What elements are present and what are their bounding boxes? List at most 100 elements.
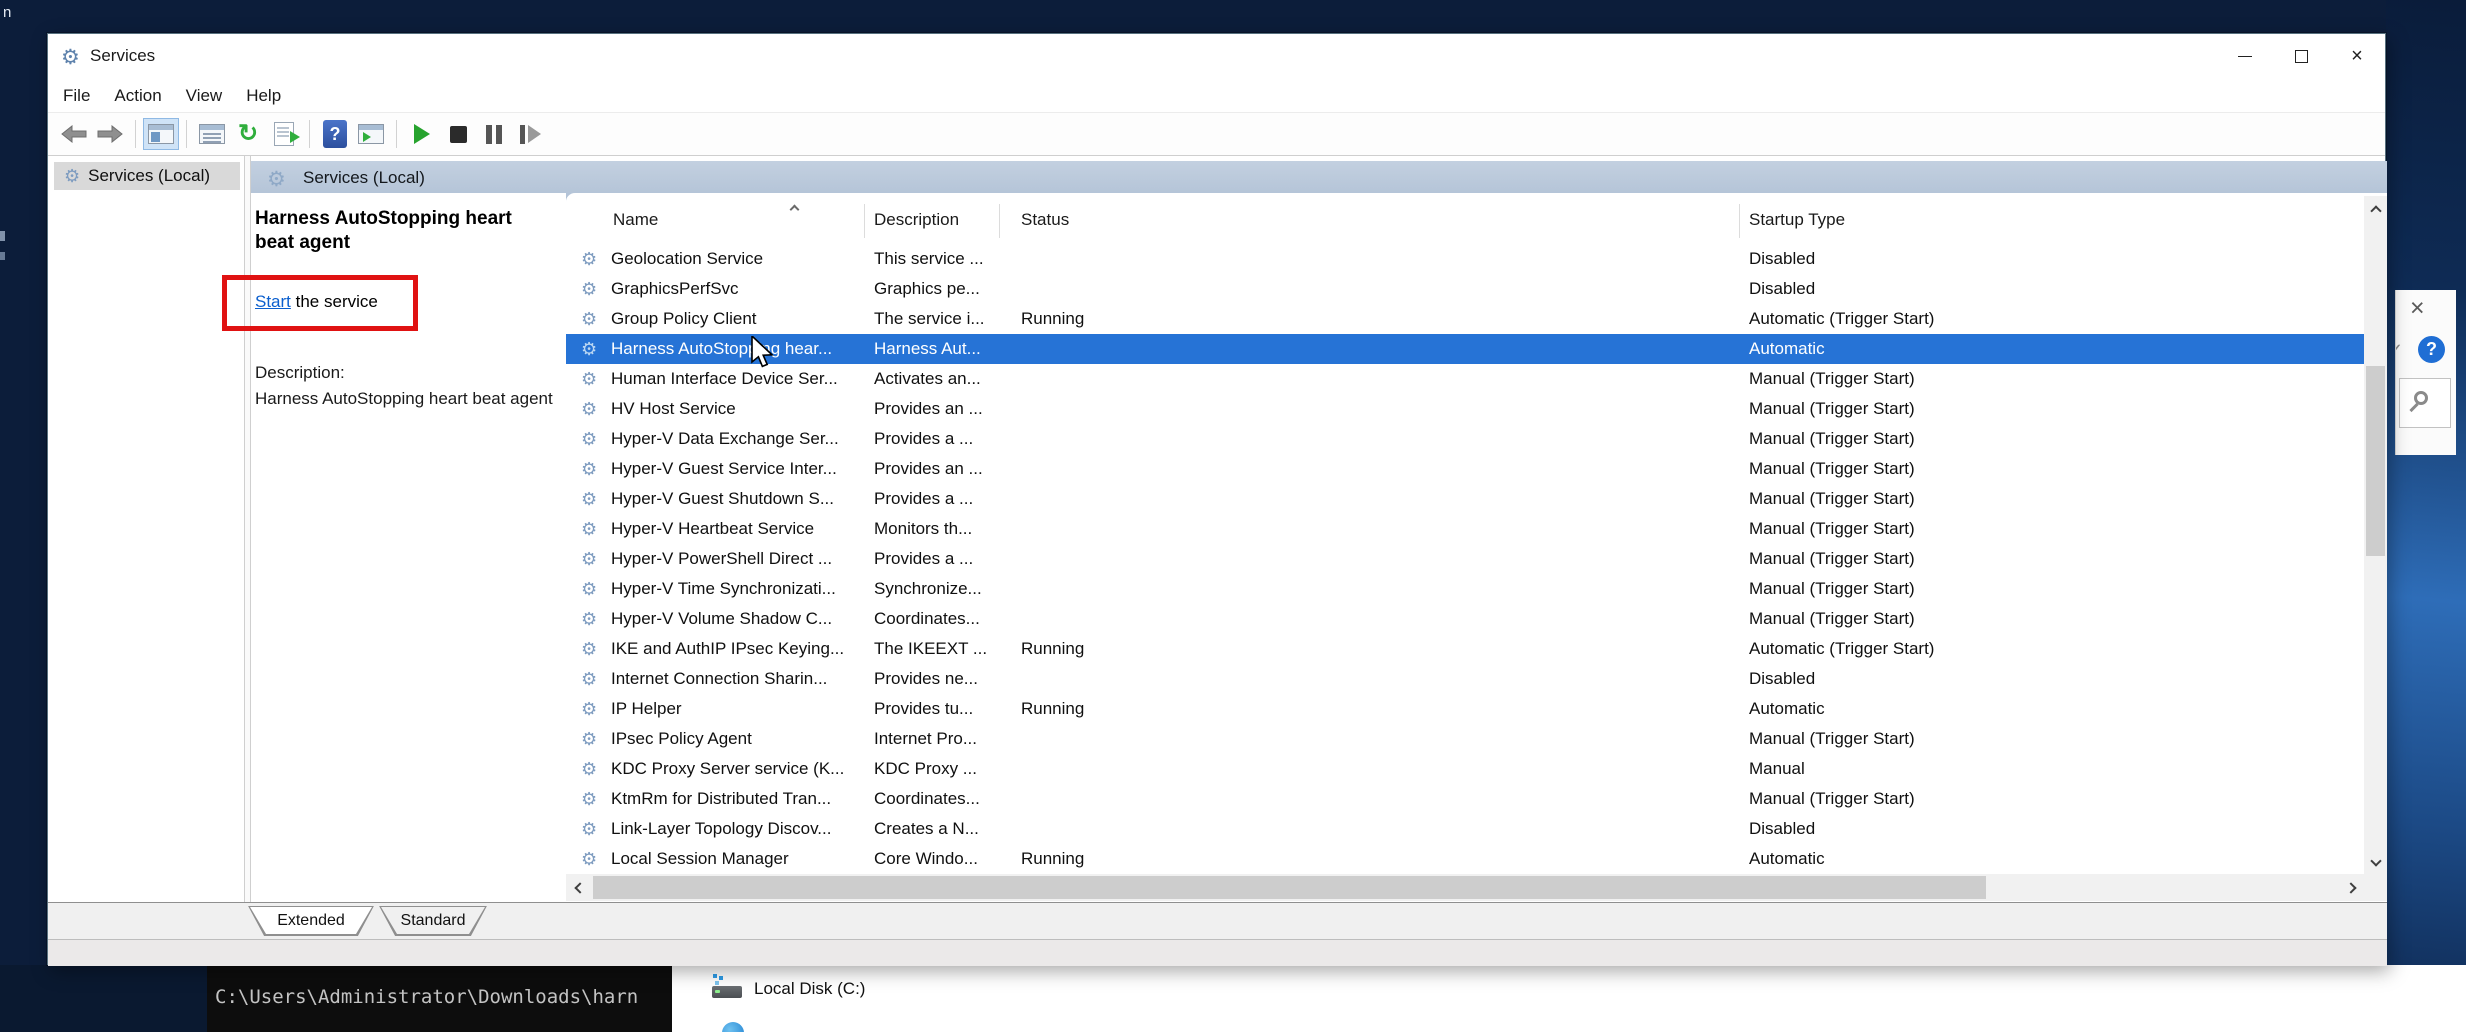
table-row[interactable]: ⚙Local Session ManagerCore Windo...Runni… [566,844,2364,874]
forward-icon[interactable] [92,118,128,150]
table-row[interactable]: ⚙GraphicsPerfSvcGraphics pe...Disabled [566,274,2364,304]
table-row[interactable]: ⚙IP HelperProvides tu...RunningAutomatic [566,694,2364,724]
service-startup-type: Disabled [1749,249,2364,269]
vertical-scrollbar[interactable] [2364,196,2387,876]
service-startup-type: Manual (Trigger Start) [1749,549,2364,569]
close-button[interactable]: × [2329,34,2385,78]
service-gear-icon: ⚙ [566,670,611,688]
table-row[interactable]: ⚙IKE and AuthIP IPsec Keying...The IKEEX… [566,634,2364,664]
service-name: Hyper-V Time Synchronizati... [611,579,874,599]
service-startup-type: Disabled [1749,669,2364,689]
service-description: Provides a ... [874,549,1021,569]
table-row[interactable]: ⚙HV Host ServiceProvides an ...Manual (T… [566,394,2364,424]
service-description: KDC Proxy ... [874,759,1021,779]
refresh-icon[interactable]: ↻ [230,118,266,150]
column-header-description[interactable]: Description [874,210,959,230]
help-icon[interactable]: ? [317,118,353,150]
menu-view[interactable]: View [174,86,235,106]
services-list-pane: Name Description Status Startup Type ⚙Ge… [566,193,2387,902]
service-status: Running [1021,309,1749,329]
service-startup-type: Disabled [1749,279,2364,299]
start-service-icon[interactable] [404,118,440,150]
service-name: Human Interface Device Ser... [611,369,874,389]
tree-item-services-local[interactable]: ⚙ Services (Local) [54,162,240,190]
service-description: Provides tu... [874,699,1021,719]
menu-file[interactable]: File [51,86,102,106]
table-row[interactable]: ⚙KtmRm for Distributed Tran...Coordinate… [566,784,2364,814]
minimize-button[interactable] [2217,34,2273,78]
menu-action[interactable]: Action [102,86,173,106]
back-icon[interactable] [56,118,92,150]
table-row[interactable]: ⚙Hyper-V Data Exchange Ser...Provides a … [566,424,2364,454]
pause-service-icon[interactable] [476,118,512,150]
tab-standard[interactable]: Standard [379,906,487,936]
table-row[interactable]: ⚙IPsec Policy AgentInternet Pro...Manual… [566,724,2364,754]
service-gear-icon: ⚙ [566,490,611,508]
horizontal-scrollbar[interactable] [566,874,2364,901]
mouse-cursor [750,336,776,375]
service-gear-icon: ⚙ [566,580,611,598]
column-header-status[interactable]: Status [1021,210,1069,230]
export-list-icon[interactable] [266,118,302,150]
service-gear-icon: ⚙ [566,550,611,568]
service-description: Coordinates... [874,609,1021,629]
desktop-wallpaper-right [2386,0,2466,965]
tab-extended[interactable]: Extended [248,906,374,936]
service-gear-icon: ⚙ [566,250,611,268]
show-action-pane-icon[interactable] [353,118,389,150]
service-gear-icon: ⚙ [566,280,611,298]
stop-service-icon[interactable] [440,118,476,150]
restart-service-icon[interactable] [512,118,548,150]
service-description: Internet Pro... [874,729,1021,749]
scroll-up-icon[interactable] [2364,196,2387,226]
column-header-name[interactable]: Name [613,210,658,230]
service-status: Running [1021,639,1749,659]
search-icon [2414,391,2428,405]
help-icon[interactable]: ? [2418,336,2445,363]
service-name: Group Policy Client [611,309,874,329]
local-disk-label[interactable]: Local Disk (C:) [754,979,865,999]
table-row[interactable]: ⚙Hyper-V Volume Shadow C...Coordinates..… [566,604,2364,634]
service-startup-type: Manual (Trigger Start) [1749,399,2364,419]
scroll-left-icon[interactable] [566,874,593,901]
table-row[interactable]: ⚙Geolocation ServiceThis service ...Disa… [566,244,2364,274]
search-box[interactable] [2399,378,2451,428]
column-header-startup-type[interactable]: Startup Type [1749,210,1845,230]
service-description: Core Windo... [874,849,1021,869]
table-row[interactable]: ⚙Hyper-V PowerShell Direct ...Provides a… [566,544,2364,574]
scroll-down-icon[interactable] [2364,846,2387,876]
services-app-icon: ⚙ [61,45,80,70]
service-startup-type: Automatic (Trigger Start) [1749,309,2364,329]
services-gear-icon: ⚙ [64,166,80,187]
table-row[interactable]: ⚙Hyper-V Heartbeat ServiceMonitors th...… [566,514,2364,544]
table-row[interactable]: ⚙KDC Proxy Server service (K...KDC Proxy… [566,754,2364,784]
horizontal-scroll-thumb[interactable] [593,876,1986,899]
table-row[interactable]: ⚙Hyper-V Guest Service Inter...Provides … [566,454,2364,484]
vertical-scroll-thumb[interactable] [2366,366,2385,556]
menu-help[interactable]: Help [234,86,293,106]
terminal-window-fragment[interactable]: C:\Users\Administrator\Downloads\harn [207,965,672,1032]
local-disk-icon[interactable] [712,974,744,1002]
view-tab-strip: Extended Standard [48,902,2387,939]
service-startup-type: Manual (Trigger Start) [1749,789,2364,809]
tree-item-label: Services (Local) [88,166,210,186]
terminal-path-text: C:\Users\Administrator\Downloads\harn [215,986,638,1008]
table-row[interactable]: ⚙Hyper-V Time Synchronizati...Synchroniz… [566,574,2364,604]
title-bar[interactable]: ⚙ Services × [48,34,2385,80]
service-gear-icon: ⚙ [566,460,611,478]
table-row[interactable]: ⚙Group Policy ClientThe service i...Runn… [566,304,2364,334]
service-gear-icon: ⚙ [566,640,611,658]
table-row[interactable]: ⚙Human Interface Device Ser...Activates … [566,364,2364,394]
properties-icon[interactable] [194,118,230,150]
description-text: Harness AutoStopping heart beat agent [255,387,555,411]
maximize-button[interactable] [2273,34,2329,78]
close-icon[interactable]: × [2410,294,2425,323]
table-row[interactable]: ⚙Hyper-V Guest Shutdown S...Provides a .… [566,484,2364,514]
table-row[interactable]: ⚙Link-Layer Topology Discov...Creates a … [566,814,2364,844]
service-gear-icon: ⚙ [566,850,611,868]
scroll-right-icon[interactable] [2337,874,2364,901]
show-console-tree-icon[interactable] [143,118,179,150]
table-row[interactable]: ⚙Internet Connection Sharin...Provides n… [566,664,2364,694]
pane-splitter[interactable] [244,156,251,902]
table-row[interactable]: ⚙Harness AutoStopping hear...Harness Aut… [566,334,2364,364]
